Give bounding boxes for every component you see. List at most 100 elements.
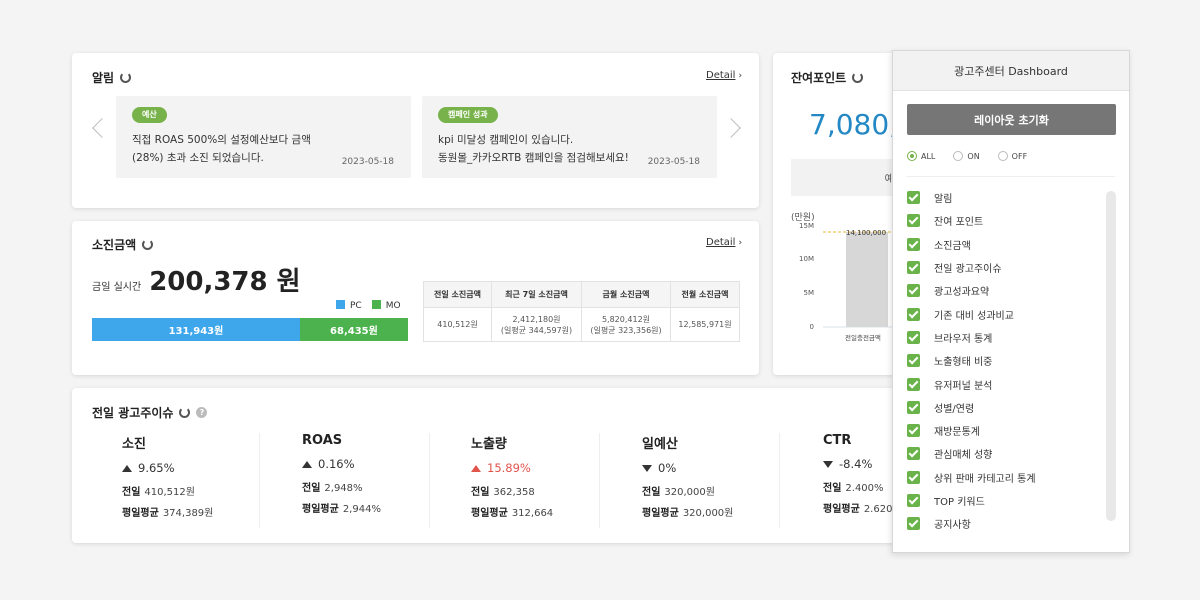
notice-message-line: 동원몰_카카오RTB 캠페인을 점검해보세요!: [438, 152, 629, 164]
widget-checkbox-item[interactable]: 노출형태 비중: [907, 349, 1102, 372]
checkbox-checked-icon[interactable]: [907, 191, 920, 205]
checkbox-checked-icon[interactable]: [907, 261, 920, 275]
metric-avg-value: 312,664: [511, 508, 554, 519]
arrow-up-icon: [302, 460, 312, 468]
checkbox-label: 고유설: [934, 540, 962, 541]
table-header: 금월 소진금액: [581, 281, 671, 308]
checkbox-checked-icon[interactable]: [907, 307, 920, 321]
yesterday-card-title: 전일 광고주이슈: [92, 406, 174, 420]
metric-prev-label: 전일: [471, 487, 490, 498]
realtime-spend: 금일 실시간 200,378 원: [92, 261, 301, 298]
metric-impressions: 노출량 15.89% 전일 362,358 평일평균 312,664: [471, 433, 641, 528]
checkbox-checked-icon[interactable]: [907, 470, 920, 484]
widget-checkbox-item[interactable]: 잔여 포인트: [907, 209, 1102, 232]
checkbox-label: 기존 대비 성과비교: [934, 310, 1014, 322]
notice-message-line: 직접 ROAS 500%의 설정예산보다 금액: [132, 134, 311, 146]
checkbox-checked-icon[interactable]: [907, 494, 920, 507]
metric-avg-label: 평일평균: [823, 504, 860, 515]
refresh-icon[interactable]: [179, 407, 191, 418]
radio-off[interactable]: OFF: [997, 151, 1028, 161]
metric-avg: 평일평균 2,944%: [302, 500, 472, 515]
widget-checkbox-item[interactable]: 전일 광고주이슈: [907, 256, 1102, 279]
notice-item[interactable]: 예산 직접 ROAS 500%의 설정예산보다 금액 (28%) 초과 소진 되…: [116, 96, 411, 178]
widget-checkbox-item[interactable]: 브라우저 통계: [907, 326, 1102, 349]
notice-detail-link[interactable]: Detail ›: [706, 70, 742, 81]
metric-daily-budget: 일예산 0% 전일 320,000원 평일평균 320,000원: [642, 433, 812, 528]
reset-layout-button[interactable]: 레이아웃 초기화: [907, 104, 1116, 135]
radio-label: ON: [967, 151, 980, 161]
divider: [259, 433, 260, 528]
mo-spend-segment: 68,435원: [299, 318, 408, 341]
widget-checkbox-item[interactable]: 광고성과요약: [907, 279, 1102, 302]
widget-checkbox-item[interactable]: 성별/연령: [907, 396, 1102, 419]
table-cell: 12,585,971원: [670, 307, 740, 342]
notice-message: 직접 ROAS 500%의 설정예산보다 금액 (28%) 초과 소진 되었습니…: [132, 131, 311, 167]
metric-prev-value: 410,512원: [144, 487, 195, 498]
cell-main: 5,820,412원: [601, 314, 651, 324]
radio-on[interactable]: ON: [953, 151, 980, 161]
legend-swatch: [336, 300, 345, 309]
divider: [907, 176, 1115, 177]
radio-all[interactable]: ALL: [907, 151, 935, 161]
widget-checkbox-item[interactable]: 관심매체 성향: [907, 442, 1102, 465]
help-icon[interactable]: ?: [196, 407, 208, 418]
checkbox-checked-icon[interactable]: [907, 237, 920, 251]
cell-sub: (일평균 344,597원): [500, 325, 573, 335]
panel-title: 광고주센터 Dashboard: [893, 51, 1129, 91]
radio-label: OFF: [1011, 151, 1028, 161]
prev-arrow-icon[interactable]: [92, 118, 112, 138]
reference-line-label: 14,100,000: [846, 229, 886, 237]
metric-change-value: -8.4%: [839, 457, 873, 471]
checkbox-checked-icon[interactable]: [907, 214, 920, 228]
table-cell: 2,412,180원 (일평균 344,597원): [491, 307, 582, 342]
widget-checkbox-item[interactable]: TOP 키워드: [907, 489, 1102, 512]
widget-checkbox-item[interactable]: 고유설: [907, 535, 1102, 541]
notice-item[interactable]: 캠페인 성과 kpi 미달성 캠페인이 있습니다. 동원몰_카카오RTB 캠페인…: [422, 96, 717, 178]
checkbox-checked-icon[interactable]: [907, 447, 920, 461]
checkbox-label: 유저퍼널 분석: [934, 380, 993, 392]
checkbox-checked-icon[interactable]: [907, 377, 920, 391]
metric-avg-label: 평일평균: [642, 508, 679, 519]
arrow-down-icon: [642, 464, 652, 472]
checkbox-checked-icon[interactable]: [907, 284, 920, 298]
arrow-up-icon: [122, 464, 132, 472]
realtime-label: 금일 실시간: [92, 282, 142, 293]
notice-detail-label: Detail: [706, 70, 736, 81]
notice-message-line: kpi 미달성 캠페인이 있습니다.: [438, 134, 574, 146]
metric-avg: 평일평균 312,664: [471, 504, 641, 519]
checkbox-label: 성별/연령: [934, 403, 975, 415]
metric-prev-value: 320,000원: [664, 487, 715, 498]
scrollbar[interactable]: [1106, 191, 1116, 521]
next-arrow-icon[interactable]: [721, 118, 741, 138]
table-header: 전월 소진금액: [670, 281, 740, 308]
checkbox-checked-icon[interactable]: [907, 354, 920, 368]
checkbox-checked-icon[interactable]: [907, 424, 920, 438]
table-row: 410,512원 2,412,180원 (일평균 344,597원) 5,820,…: [423, 307, 740, 342]
yesterday-issue-card: 전일 광고주이슈 ? 소진 9.65% 전일 410,512원 평일평균 374,3…: [72, 388, 912, 543]
widget-checkbox-item[interactable]: 소진금액: [907, 233, 1102, 256]
checkbox-checked-icon[interactable]: [907, 517, 920, 531]
divider: [779, 433, 780, 528]
checkbox-checked-icon[interactable]: [907, 330, 920, 344]
notice-date: 2023-05-18: [341, 157, 394, 167]
widget-checkbox-item[interactable]: 상위 판매 카테고리 통계: [907, 466, 1102, 489]
checkbox-checked-icon[interactable]: [907, 400, 920, 414]
metric-change-value: 0.16%: [318, 457, 355, 471]
refresh-icon[interactable]: [142, 239, 154, 250]
widget-checkbox-item[interactable]: 기존 대비 성과비교: [907, 302, 1102, 325]
widget-checkbox-item[interactable]: 유저퍼널 분석: [907, 372, 1102, 395]
checkbox-label: 노출형태 비중: [934, 357, 993, 369]
refresh-icon[interactable]: [120, 72, 132, 83]
metric-change-value: 9.65%: [138, 461, 175, 475]
spend-detail-link[interactable]: Detail ›: [706, 237, 742, 248]
metric-avg-value: 2,944%: [342, 504, 381, 515]
legend-swatch: [371, 300, 381, 309]
checkbox-label: 광고성과요약: [934, 287, 990, 299]
widget-checkbox-item[interactable]: 알림: [907, 186, 1102, 209]
widget-checklist: 알림 잔여 포인트 소진금액 전일 광고주이슈광고성과요약기존 대비 성과비교브라우저…: [907, 186, 1102, 541]
checkbox-label: 공지사항: [934, 520, 971, 532]
spend-summary-table: 전일 소진금액 최근 7일 소진금액 금월 소진금액 전월 소진금액 410,5…: [423, 281, 740, 342]
metric-prev: 전일 2,948%: [302, 479, 472, 494]
widget-checkbox-item[interactable]: 재방문통계: [907, 419, 1102, 442]
widget-checkbox-item[interactable]: 공지사항: [907, 512, 1102, 535]
